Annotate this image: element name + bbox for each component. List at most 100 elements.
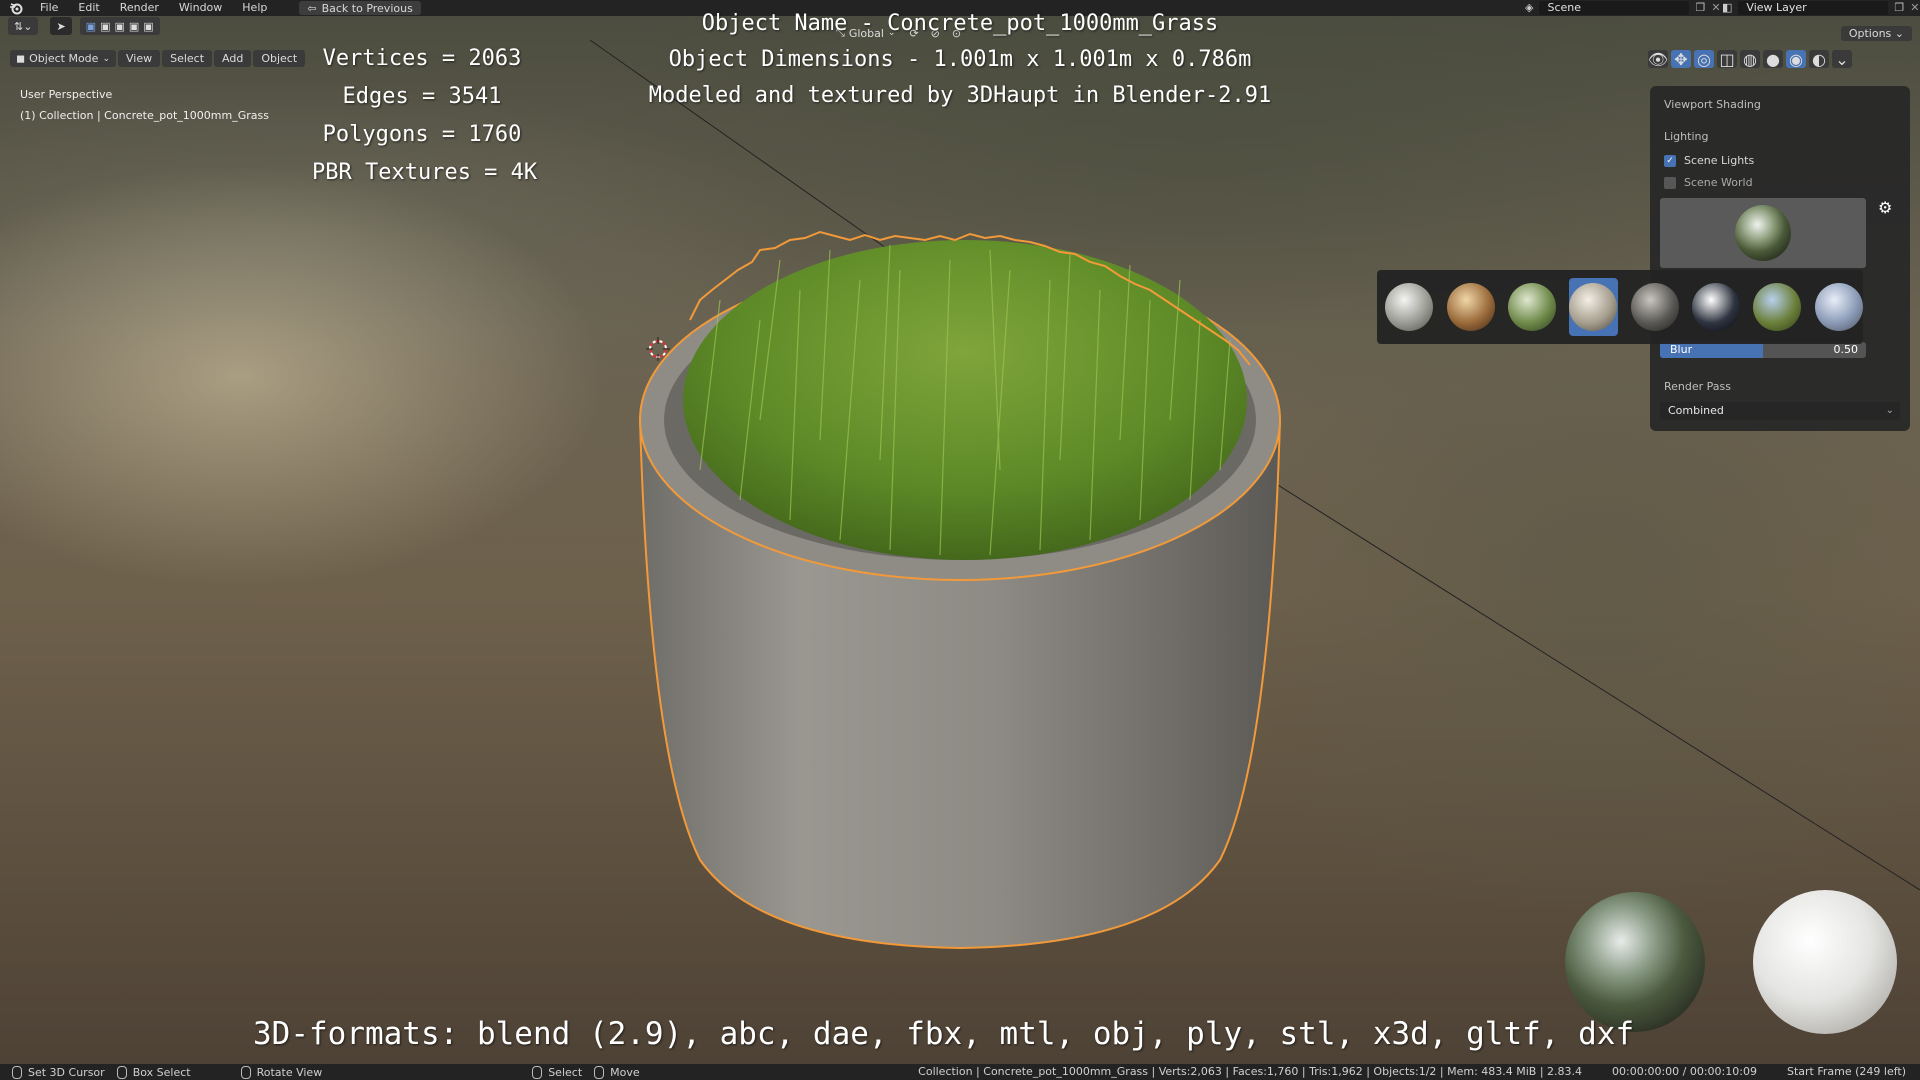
menu-file[interactable]: File bbox=[30, 0, 68, 16]
viewport-info: User Perspective (1) Collection | Concre… bbox=[20, 84, 269, 126]
scene-name-field[interactable]: Scene bbox=[1539, 0, 1690, 15]
menu-add[interactable]: Add bbox=[214, 50, 252, 67]
scene-selector[interactable]: ◈ Scene ❐ ✕ bbox=[1525, 0, 1721, 15]
menu-window[interactable]: Window bbox=[169, 0, 232, 16]
scene-lights-checkbox[interactable]: ✓ bbox=[1664, 154, 1676, 167]
back-to-previous-button[interactable]: ⇦ Back to Previous bbox=[299, 1, 421, 15]
delete-scene-icon[interactable]: ✕ bbox=[1711, 1, 1720, 14]
hdri-preview-sphere-icon bbox=[1735, 205, 1791, 261]
back-to-previous-label: Back to Previous bbox=[321, 1, 413, 15]
viewport-shading-title: Viewport Shading bbox=[1664, 98, 1761, 111]
hdri-option[interactable] bbox=[1814, 278, 1863, 336]
hdri-option[interactable] bbox=[1385, 278, 1434, 336]
visibility-icon[interactable]: 👁 bbox=[1648, 50, 1668, 69]
menu-view[interactable]: View bbox=[117, 50, 161, 67]
status-select: Select bbox=[532, 1065, 582, 1079]
select-subtract-icon[interactable]: ▣ bbox=[114, 20, 124, 33]
menu-edit[interactable]: Edit bbox=[68, 0, 109, 16]
object-mode-dropdown[interactable]: ◼ Object Mode ⌄ bbox=[10, 50, 116, 67]
blur-slider[interactable]: Blur 0.50 bbox=[1660, 342, 1866, 358]
mouse-middle-icon bbox=[240, 1065, 251, 1079]
xray-icon[interactable]: ◫ bbox=[1717, 50, 1737, 69]
scene-lights-label: Scene Lights bbox=[1684, 154, 1755, 167]
delete-view-layer-icon[interactable]: ✕ bbox=[1910, 1, 1919, 14]
options-label: Options bbox=[1848, 27, 1892, 40]
hdri-sphere-icon bbox=[1569, 283, 1618, 331]
render-pass-value: Combined bbox=[1668, 404, 1724, 417]
hdri-sphere-icon bbox=[1692, 283, 1741, 331]
playback-time: 00:00:00:00 / 00:00:10:09 bbox=[1612, 1065, 1757, 1078]
render-pass-label: Render Pass bbox=[1664, 380, 1731, 393]
menu-select[interactable]: Select bbox=[162, 50, 213, 67]
checkmark-icon: ✓ bbox=[1666, 155, 1674, 166]
view-layer-name-field[interactable]: View Layer bbox=[1738, 0, 1889, 15]
object-info-overlay: Object Name - Concrete_pot_1000mm_Grass … bbox=[600, 6, 1320, 114]
chevron-down-icon: ⌄ bbox=[102, 53, 110, 64]
mouse-drag-right-icon bbox=[594, 1065, 605, 1079]
render-pass-dropdown[interactable]: Combined ⌄ bbox=[1660, 402, 1900, 420]
select-intersect-icon[interactable]: ▣ bbox=[143, 20, 153, 33]
object-mode-label: Object Mode bbox=[29, 52, 99, 65]
hdri-option[interactable] bbox=[1692, 278, 1741, 336]
new-view-layer-icon[interactable]: ❐ bbox=[1894, 1, 1904, 14]
menu-object[interactable]: Object bbox=[253, 50, 306, 67]
rendered-shading-icon[interactable]: ◐ bbox=[1809, 50, 1829, 69]
hdri-sphere-icon bbox=[1814, 283, 1863, 331]
editor-type-button[interactable]: ⇅⌄ bbox=[8, 17, 39, 35]
polygons-stat: Polygons = 1760 bbox=[322, 122, 522, 147]
scene-world-checkbox[interactable] bbox=[1664, 176, 1676, 189]
status-move: Move bbox=[594, 1065, 640, 1079]
status-box-select: Box Select bbox=[116, 1065, 191, 1079]
3d-cursor-icon[interactable] bbox=[645, 336, 671, 362]
cursor-arrow-icon: ➤ bbox=[56, 19, 66, 33]
grass-surface bbox=[683, 240, 1247, 560]
back-icon: ⇦ bbox=[307, 1, 317, 15]
status-set-3d-cursor-label: Set 3D Cursor bbox=[28, 1065, 105, 1079]
viewport-shading-popover: Viewport Shading Lighting ✓ Scene Lights… bbox=[1650, 86, 1910, 431]
hdri-preview-button[interactable] bbox=[1660, 198, 1866, 268]
menu-render[interactable]: Render bbox=[110, 0, 169, 16]
menu-help[interactable]: Help bbox=[232, 0, 277, 16]
viewport-scene bbox=[589, 39, 1920, 1034]
mesh-stats-overlay: Vertices = 2063 Edges = 3541 Polygons = … bbox=[312, 40, 538, 192]
scene-world-checkbox-row[interactable]: Scene World bbox=[1664, 176, 1753, 189]
new-scene-icon[interactable]: ❐ bbox=[1695, 1, 1705, 14]
3d-viewport[interactable] bbox=[0, 16, 1920, 1064]
scene-statistics: Collection | Concrete_pot_1000mm_Grass |… bbox=[918, 1065, 1583, 1078]
status-right: Collection | Concrete_pot_1000mm_Grass |… bbox=[918, 1064, 1906, 1080]
select-invert-icon[interactable]: ▣ bbox=[129, 20, 139, 33]
scene-icon: ◈ bbox=[1525, 1, 1534, 14]
textures-stat: PBR Textures = 4K bbox=[312, 160, 538, 185]
overlays-icon[interactable]: ◎ bbox=[1694, 50, 1714, 69]
solid-shading-icon[interactable]: ● bbox=[1763, 50, 1783, 69]
shading-dropdown-chevron-icon[interactable]: ⌄ bbox=[1832, 50, 1852, 69]
viewport-shading-controls: 👁 ✥ ◎ ◫ ◍ ● ◉ ◐ ⌄ bbox=[1648, 50, 1852, 69]
hdri-sphere-icon bbox=[1753, 283, 1802, 331]
material-preview-shading-icon[interactable]: ◉ bbox=[1786, 50, 1806, 69]
scene-lights-checkbox-row[interactable]: ✓ Scene Lights bbox=[1664, 154, 1754, 167]
gear-icon[interactable]: ⚙ bbox=[1878, 198, 1892, 217]
object-name-line: Object Name - Concrete_pot_1000mm_Grass bbox=[701, 11, 1219, 36]
mouse-left-icon bbox=[12, 1065, 22, 1079]
options-dropdown[interactable]: Options ⌄ bbox=[1840, 26, 1912, 41]
select-extend-icon[interactable]: ▣ bbox=[100, 20, 110, 33]
hdri-sphere-icon bbox=[1385, 283, 1434, 331]
hdri-option[interactable] bbox=[1630, 278, 1679, 336]
hdri-sphere-icon bbox=[1630, 283, 1679, 331]
view-layer-selector[interactable]: ◧ View Layer ❐ ✕ bbox=[1722, 0, 1920, 15]
select-tool-button[interactable]: ➤ bbox=[50, 17, 72, 35]
grid-line bbox=[1269, 479, 1920, 891]
hdri-option[interactable] bbox=[1446, 278, 1495, 336]
hdri-option[interactable] bbox=[1569, 278, 1618, 336]
wireframe-shading-icon[interactable]: ◍ bbox=[1740, 50, 1760, 69]
hdri-option[interactable] bbox=[1753, 278, 1802, 336]
object-mode-icon: ◼ bbox=[16, 52, 26, 65]
select-new-icon[interactable]: ▣ bbox=[86, 20, 96, 33]
author-line: Modeled and textured by 3DHaupt in Blend… bbox=[648, 83, 1272, 108]
selection-mode-buttons[interactable]: ▣ ▣ ▣ ▣ ▣ bbox=[79, 17, 160, 35]
blur-value: 0.50 bbox=[1833, 343, 1859, 356]
status-box-select-label: Box Select bbox=[132, 1065, 191, 1079]
gizmo-icon[interactable]: ✥ bbox=[1671, 50, 1691, 69]
blender-logo-icon[interactable] bbox=[8, 0, 24, 16]
hdri-option[interactable] bbox=[1507, 278, 1556, 336]
